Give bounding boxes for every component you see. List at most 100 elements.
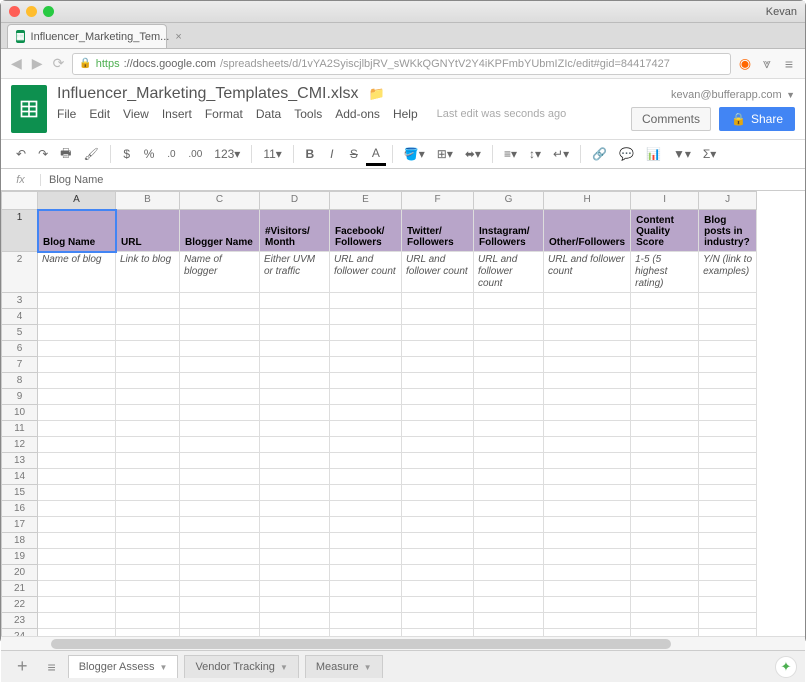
share-button[interactable]: 🔒 Share — [719, 107, 795, 131]
cell[interactable] — [330, 293, 402, 309]
minimize-window-icon[interactable] — [26, 6, 37, 17]
row-header[interactable]: 23 — [2, 613, 38, 629]
cell[interactable] — [330, 325, 402, 341]
strike-icon[interactable]: S — [344, 144, 364, 164]
cell[interactable] — [38, 613, 116, 629]
cell[interactable] — [474, 565, 544, 581]
cell[interactable] — [544, 597, 631, 613]
cell[interactable] — [116, 533, 180, 549]
cell[interactable] — [38, 373, 116, 389]
menu-tools[interactable]: Tools — [294, 107, 322, 121]
row-header[interactable]: 14 — [2, 469, 38, 485]
cell[interactable] — [631, 453, 699, 469]
pocket-icon[interactable]: ⩔ — [759, 55, 775, 72]
cell[interactable] — [699, 341, 757, 357]
cell[interactable] — [699, 597, 757, 613]
cell[interactable] — [402, 293, 474, 309]
cell[interactable] — [402, 629, 474, 637]
cell[interactable] — [474, 485, 544, 501]
cell[interactable] — [116, 549, 180, 565]
menu-addons[interactable]: Add-ons — [335, 107, 380, 121]
cell[interactable] — [38, 485, 116, 501]
cell[interactable] — [699, 309, 757, 325]
all-sheets-icon[interactable]: ≡ — [42, 659, 62, 675]
row-header[interactable]: 4 — [2, 309, 38, 325]
row-header[interactable]: 16 — [2, 501, 38, 517]
cell[interactable] — [631, 469, 699, 485]
cell[interactable] — [631, 405, 699, 421]
cell[interactable] — [699, 373, 757, 389]
cell[interactable] — [260, 613, 330, 629]
cell[interactable]: URL and follower count — [544, 252, 631, 293]
cell[interactable] — [544, 517, 631, 533]
cell[interactable] — [474, 309, 544, 325]
folder-icon[interactable]: 📁 — [368, 86, 384, 102]
select-all-corner[interactable] — [2, 192, 38, 210]
cell[interactable]: Facebook/ Followers — [330, 210, 402, 252]
cell[interactable] — [631, 501, 699, 517]
cell[interactable] — [116, 389, 180, 405]
cell[interactable] — [631, 629, 699, 637]
cell[interactable] — [180, 485, 260, 501]
cell[interactable] — [474, 533, 544, 549]
horizontal-scrollbar[interactable] — [1, 636, 805, 650]
cell[interactable] — [116, 597, 180, 613]
cell[interactable]: Blog Name — [38, 210, 116, 252]
cell[interactable]: Other/Followers — [544, 210, 631, 252]
cell[interactable] — [699, 565, 757, 581]
cell[interactable] — [474, 389, 544, 405]
cell[interactable] — [180, 309, 260, 325]
caret-down-icon[interactable]: ▼ — [280, 663, 288, 672]
cell[interactable] — [38, 421, 116, 437]
cell[interactable] — [260, 405, 330, 421]
cell[interactable] — [330, 565, 402, 581]
cell[interactable] — [474, 597, 544, 613]
halign-icon[interactable]: ≡▾ — [499, 144, 522, 164]
cell[interactable] — [38, 549, 116, 565]
cell[interactable] — [631, 533, 699, 549]
cell[interactable] — [402, 453, 474, 469]
cell[interactable] — [330, 341, 402, 357]
cell[interactable] — [330, 469, 402, 485]
column-header[interactable]: F — [402, 192, 474, 210]
cell[interactable] — [116, 485, 180, 501]
cell[interactable] — [544, 373, 631, 389]
cell[interactable] — [699, 453, 757, 469]
formula-input[interactable]: Blog Name — [41, 174, 111, 186]
cell[interactable] — [474, 549, 544, 565]
cell[interactable] — [38, 565, 116, 581]
cell[interactable] — [260, 501, 330, 517]
cell[interactable] — [116, 501, 180, 517]
cell[interactable] — [402, 485, 474, 501]
cell[interactable] — [631, 597, 699, 613]
cell[interactable] — [330, 309, 402, 325]
cell[interactable] — [116, 565, 180, 581]
row-header[interactable]: 5 — [2, 325, 38, 341]
cell[interactable] — [699, 357, 757, 373]
cell[interactable] — [544, 613, 631, 629]
sheet-tab-blogger-assess[interactable]: Blogger Assess▼ — [68, 655, 179, 678]
cell[interactable] — [474, 341, 544, 357]
row-header[interactable]: 11 — [2, 421, 38, 437]
cell[interactable] — [631, 437, 699, 453]
cell[interactable] — [260, 549, 330, 565]
cell[interactable] — [260, 373, 330, 389]
cell[interactable] — [180, 341, 260, 357]
decrease-decimal-icon[interactable]: .0 — [161, 146, 181, 163]
cell[interactable] — [116, 469, 180, 485]
currency-icon[interactable]: $ — [117, 144, 137, 164]
cell[interactable] — [699, 293, 757, 309]
cell[interactable] — [402, 469, 474, 485]
paint-format-icon[interactable]: 🖌 — [78, 144, 103, 164]
cell[interactable] — [116, 373, 180, 389]
cell[interactable] — [38, 389, 116, 405]
cell[interactable] — [116, 405, 180, 421]
cell[interactable] — [260, 517, 330, 533]
cell[interactable] — [474, 581, 544, 597]
cell[interactable] — [116, 325, 180, 341]
menu-file[interactable]: File — [57, 107, 76, 121]
row-header[interactable]: 6 — [2, 341, 38, 357]
cell[interactable] — [402, 309, 474, 325]
cell[interactable]: Blogger Name — [180, 210, 260, 252]
cell[interactable] — [38, 501, 116, 517]
